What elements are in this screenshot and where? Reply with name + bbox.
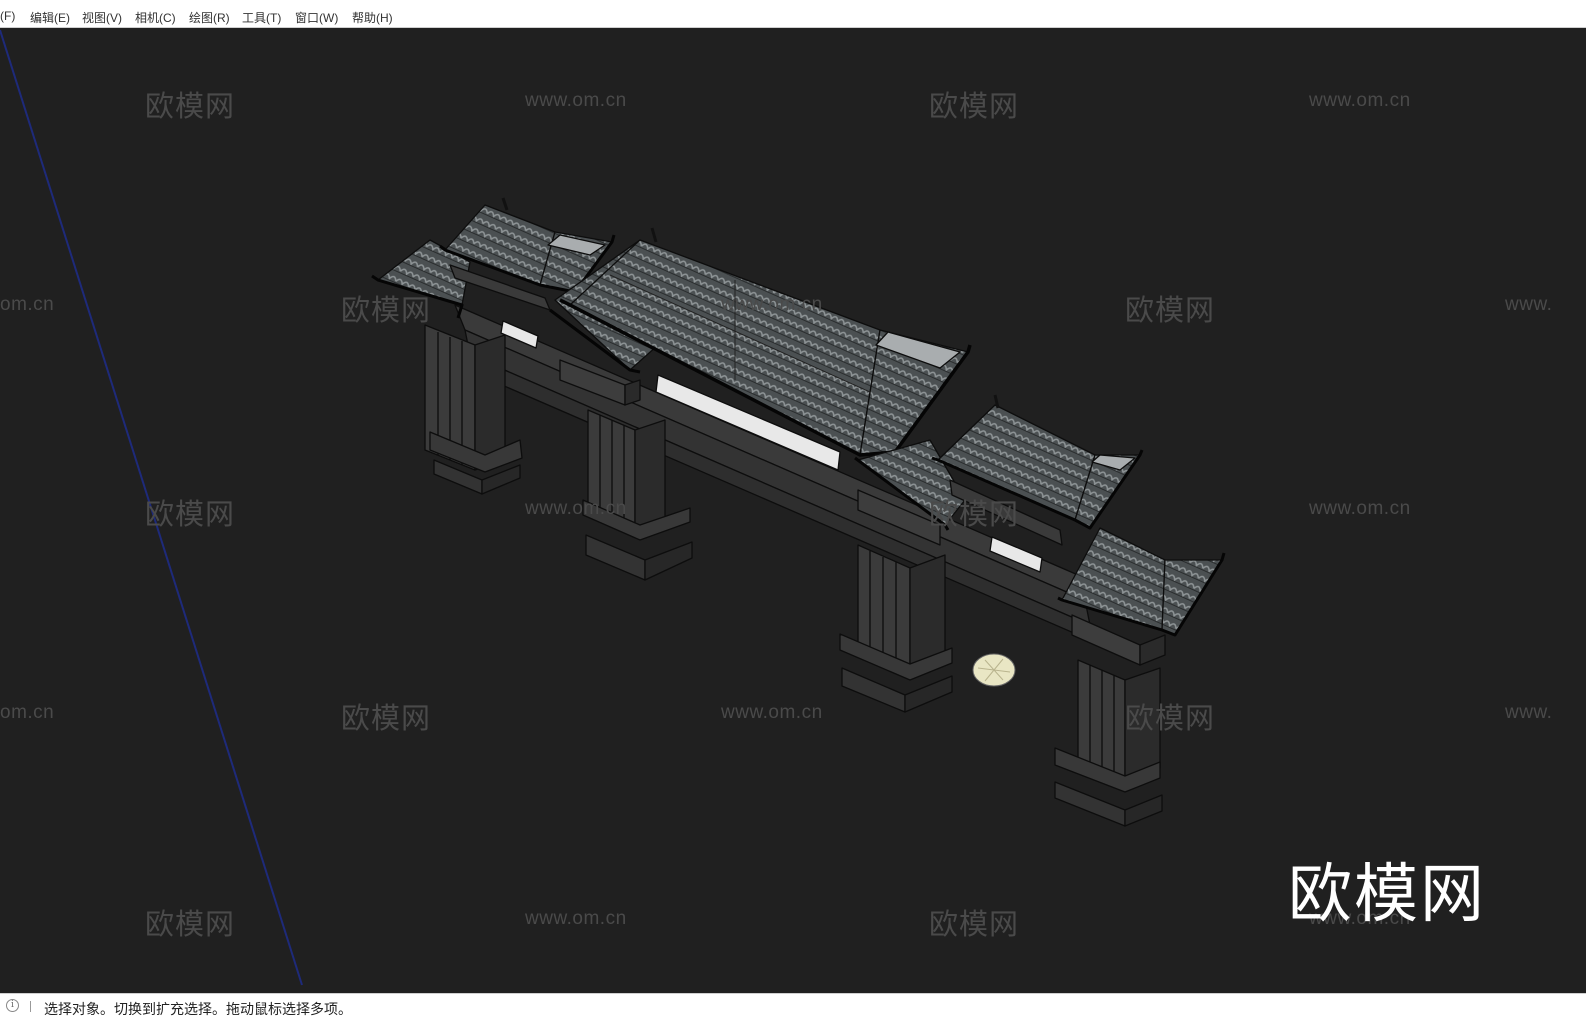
finial-center <box>650 227 658 243</box>
status-message: 选择对象。切换到扩充选择。拖动鼠标选择多项。 <box>44 1001 352 1017</box>
menu-tools[interactable]: 工具(T) <box>242 9 281 26</box>
info-icon[interactable]: i <box>6 999 19 1012</box>
menu-camera[interactable]: 相机(C) <box>135 9 176 26</box>
sketchup-window: (F) 编辑(E) 视图(V) 相机(C) 绘图(R) 工具(T) 窗口(W) … <box>0 0 1586 1018</box>
menu-draw[interactable]: 绘图(R) <box>189 9 230 26</box>
menu-window[interactable]: 窗口(W) <box>295 9 338 26</box>
status-separator <box>30 1001 31 1012</box>
menu-bar: (F) 编辑(E) 视图(V) 相机(C) 绘图(R) 工具(T) 窗口(W) … <box>0 4 1586 28</box>
finial-left <box>501 197 509 211</box>
menu-edit[interactable]: 编辑(E) <box>30 9 70 26</box>
archway-model[interactable] <box>371 197 1226 827</box>
brand-logo-watermark: 欧模网 <box>1288 858 1486 930</box>
menu-help[interactable]: 帮助(H) <box>352 9 393 26</box>
3d-viewport[interactable]: 欧模网 www.om.cn 欧模网 www.om.cn om.cn 欧模网 ww… <box>0 28 1586 993</box>
menu-view[interactable]: 视图(V) <box>82 9 122 26</box>
roof-right-upper <box>931 404 1144 546</box>
blue-axis-line <box>0 29 303 986</box>
status-bar: i 选择对象。切换到扩充选择。拖动鼠标选择多项。 <box>0 993 1586 1018</box>
pillar-4 <box>1054 614 1166 827</box>
menu-file[interactable]: (F) <box>0 9 15 23</box>
